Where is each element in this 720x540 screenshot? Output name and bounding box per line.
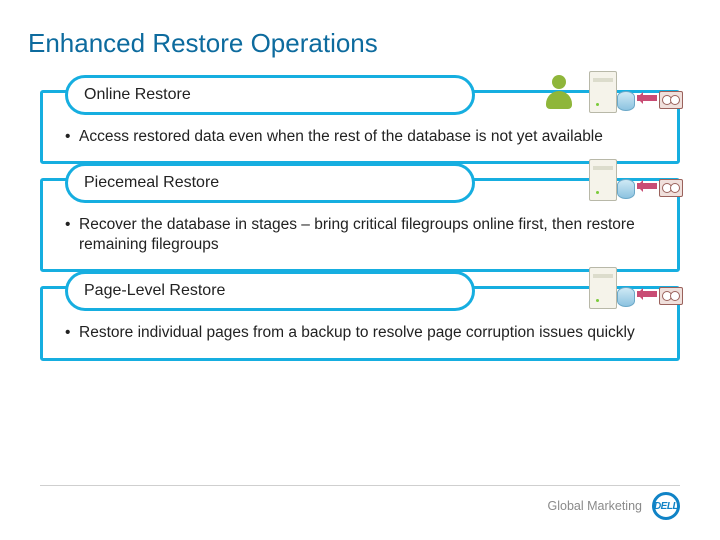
dell-logo-text: DELL (654, 501, 678, 512)
divider (40, 485, 680, 486)
arrow-icon (637, 95, 657, 101)
card-bullet: Access restored data even when the rest … (65, 127, 655, 147)
card-title: Online Restore (65, 75, 475, 115)
tape-icon (659, 287, 683, 305)
tape-icon (659, 91, 683, 109)
tape-icon (659, 179, 683, 197)
footer-label: Global Marketing (548, 499, 643, 513)
footer: Global Marketing DELL (548, 492, 681, 520)
card-online-restore: Online Restore Access restored data even… (40, 90, 680, 164)
arrow-icon (637, 183, 657, 189)
content-blocks: Online Restore Access restored data even… (40, 90, 680, 375)
slide: Enhanced Restore Operations Online Resto… (0, 0, 720, 540)
page-title: Enhanced Restore Operations (28, 28, 378, 59)
card-bullet: Restore individual pages from a backup t… (65, 323, 655, 343)
card-title: Page-Level Restore (65, 271, 475, 311)
card-bullet: Recover the database in stages – bring c… (65, 215, 655, 255)
arrow-icon (637, 291, 657, 297)
card-piecemeal-restore: Piecemeal Restore Recover the database i… (40, 178, 680, 272)
card-title: Piecemeal Restore (65, 163, 475, 203)
server-icon (589, 71, 617, 113)
dell-logo-icon: DELL (652, 492, 680, 520)
server-icon (589, 159, 617, 201)
server-icon (589, 267, 617, 309)
card-page-level-restore: Page-Level Restore Restore individual pa… (40, 286, 680, 360)
art-online-restore (545, 69, 685, 115)
art-page-level-restore (545, 265, 685, 311)
user-icon (545, 75, 573, 109)
art-piecemeal-restore (545, 157, 685, 203)
